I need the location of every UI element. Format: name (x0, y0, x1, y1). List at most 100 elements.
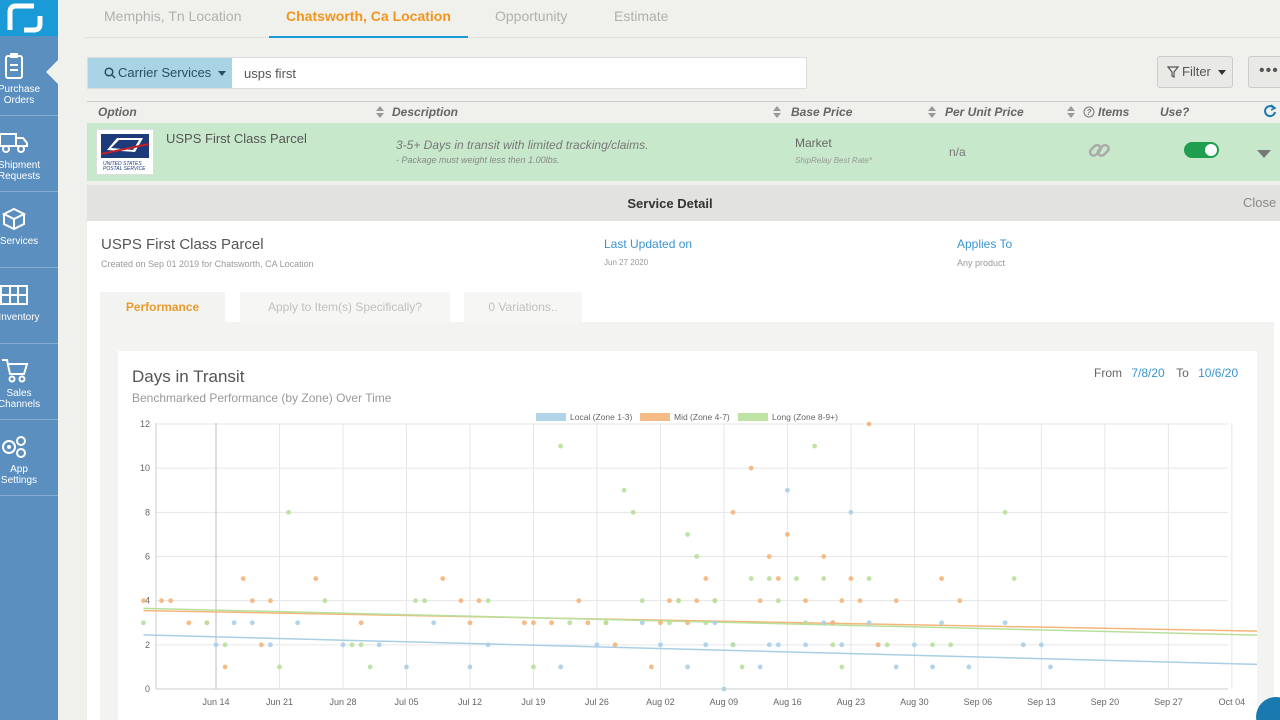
col-per-unit-price[interactable]: Per Unit Price (945, 105, 1024, 119)
link-icon[interactable] (1087, 138, 1111, 162)
funnel-icon (1167, 66, 1179, 78)
use-toggle[interactable] (1184, 142, 1219, 158)
sidebar: Purchase Orders Shipment Requests Services (0, 0, 58, 720)
data-point (685, 532, 691, 537)
search-scope-dropdown[interactable]: Carrier Services (88, 58, 232, 88)
legend-swatch (536, 413, 566, 421)
col-base-price[interactable]: Base Price (791, 105, 852, 119)
data-point (875, 642, 881, 648)
data-point (821, 576, 827, 581)
data-point (376, 642, 382, 648)
clipboard-icon (5, 53, 23, 79)
data-point (785, 532, 790, 537)
data-point (848, 576, 854, 581)
tab-variations[interactable]: 0 Variations.. (464, 292, 582, 323)
to-date-link[interactable]: 10/6/20 (1198, 366, 1238, 380)
data-point (268, 598, 273, 604)
col-use[interactable]: Use? (1160, 105, 1189, 119)
data-point (775, 642, 781, 648)
more-options-button[interactable]: ••• (1248, 56, 1280, 88)
data-point (667, 598, 672, 604)
y-tick-label: 8 (145, 507, 150, 517)
data-point (231, 620, 237, 626)
sidebar-item-sales-channels[interactable]: Sales Channels (0, 344, 58, 420)
data-point (757, 598, 763, 604)
refresh-icon[interactable] (1263, 104, 1277, 118)
legend-label: Long (Zone 8-9+) (772, 412, 838, 422)
y-tick-label: 2 (145, 640, 150, 650)
usps-logo-line: POSTAL SERVICE (103, 166, 146, 172)
data-point (249, 598, 255, 604)
data-point (240, 576, 246, 581)
data-point (785, 487, 790, 493)
data-point (576, 598, 582, 604)
table-row[interactable]: UNITED STATES POSTAL SERVICE USPS First … (87, 123, 1280, 181)
app-logo[interactable] (0, 0, 58, 36)
sidebar-item-app-settings[interactable]: App Settings (0, 420, 58, 496)
expand-chevron-icon[interactable] (1257, 150, 1271, 158)
data-point (866, 620, 872, 626)
y-tick-label: 12 (140, 419, 150, 429)
tab-memphis[interactable]: Memphis, Tn Location (104, 0, 241, 38)
data-point (422, 598, 428, 604)
tab-performance[interactable]: Performance (100, 292, 225, 323)
search-input[interactable] (232, 58, 806, 88)
tab-chatsworth[interactable]: Chatsworth, Ca Location (269, 0, 468, 38)
y-tick-label: 10 (140, 463, 150, 473)
last-updated-date: Jun 27 2020 (604, 258, 649, 267)
data-point (141, 598, 146, 604)
sidebar-item-purchase-orders[interactable]: Purchase Orders (0, 40, 58, 116)
data-point (703, 576, 709, 581)
data-point (821, 620, 827, 626)
data-point (748, 576, 754, 581)
data-point (685, 664, 691, 670)
description-note: - Package must weight less then 1.00lbs. (396, 155, 560, 165)
data-point (839, 598, 845, 604)
data-point (222, 664, 228, 670)
sidebar-item-inventory[interactable]: Inventory (0, 268, 58, 344)
tab-opportunity[interactable]: Opportunity (495, 0, 567, 38)
data-point (803, 620, 808, 626)
data-point (404, 664, 409, 670)
data-point (930, 642, 935, 648)
data-point (1011, 576, 1017, 581)
filter-button[interactable]: Filter (1157, 56, 1233, 88)
data-point (884, 642, 890, 648)
col-description[interactable]: Description (392, 105, 458, 119)
sidebar-item-shipment-requests[interactable]: Shipment Requests (0, 116, 58, 192)
svg-text:?: ? (1087, 108, 1092, 117)
data-point (830, 620, 836, 626)
tab-apply-to-items[interactable]: Apply to Item(s) Specifically? (240, 292, 450, 323)
applies-to-value: Any product (957, 258, 1006, 268)
option-name: USPS First Class Parcel (166, 131, 307, 146)
applies-to-label[interactable]: Applies To (957, 237, 1012, 251)
service-detail-header: Service Detail Close (87, 185, 1280, 221)
data-point (1002, 509, 1008, 515)
data-point (830, 642, 836, 648)
x-tick-label: Jul 12 (458, 697, 482, 707)
base-price: Market (795, 136, 832, 150)
tab-estimate[interactable]: Estimate (614, 0, 668, 38)
sidebar-item-services[interactable]: Services (0, 192, 58, 268)
data-point (893, 598, 899, 604)
x-tick-label: Jun 28 (329, 697, 356, 707)
help-icon[interactable]: ? (1083, 106, 1095, 118)
legend-label: Mid (Zone 4-7) (674, 412, 730, 422)
x-tick-label: Sep 06 (964, 697, 993, 707)
table-header: Option Description Base Price Per Unit P… (87, 101, 1280, 123)
close-button[interactable]: Close (1243, 195, 1276, 210)
legend-label: Local (Zone 1-3) (570, 412, 633, 422)
col-option[interactable]: Option (98, 105, 137, 119)
search-scope-label: Carrier Services (118, 65, 212, 80)
data-point (549, 620, 554, 626)
data-point (249, 620, 255, 626)
col-items[interactable]: Items (1098, 105, 1129, 119)
data-point (531, 664, 536, 670)
last-updated-label[interactable]: Last Updated on (604, 237, 692, 251)
from-date-link[interactable]: 7/8/20 (1131, 366, 1164, 380)
data-point (703, 620, 709, 626)
data-point (694, 598, 700, 604)
data-point (467, 620, 473, 626)
chart-card: Days in Transit Benchmarked Performance … (118, 351, 1257, 720)
data-point (168, 598, 174, 604)
